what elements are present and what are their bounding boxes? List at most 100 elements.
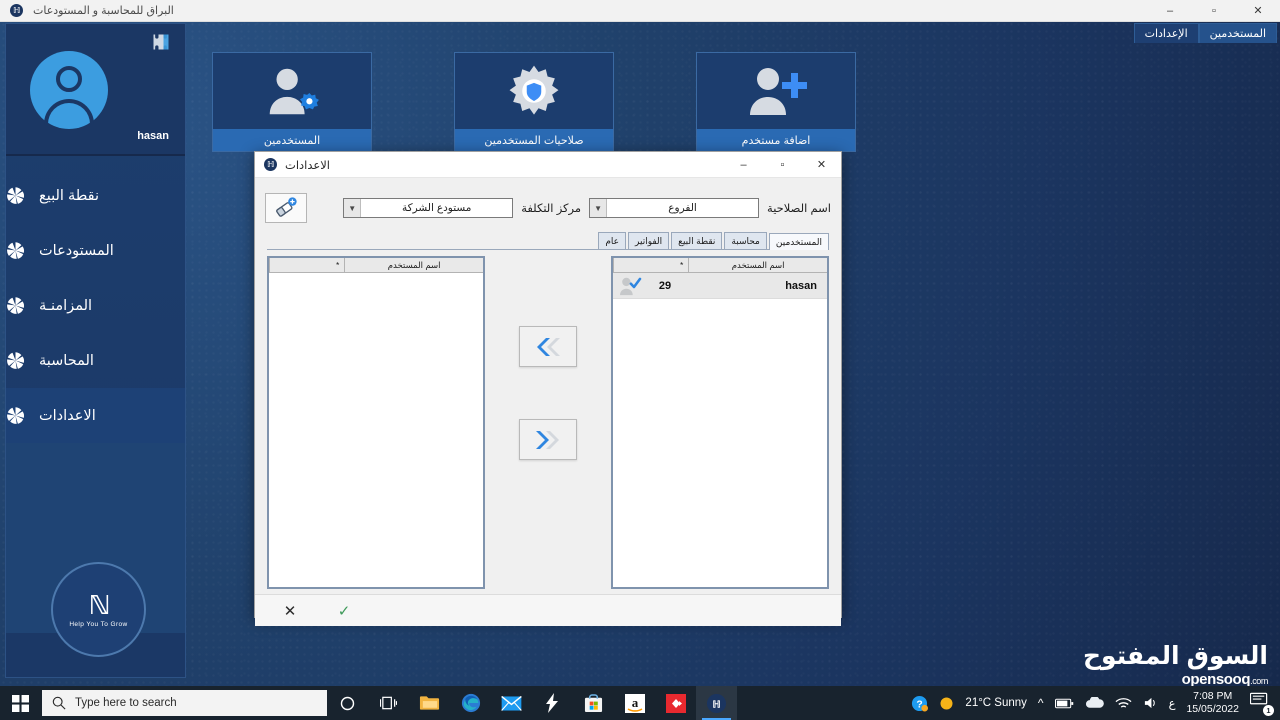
- sidebar-item-label: الاعدادات: [39, 407, 96, 424]
- amazon-icon[interactable]: a: [614, 686, 655, 720]
- sidebar-username: hasan: [137, 130, 169, 142]
- table-row[interactable]: hasan 29: [613, 273, 827, 299]
- wifi-icon[interactable]: [1115, 697, 1132, 710]
- pinwheel-icon: [7, 407, 25, 424]
- app-maximize-button[interactable]: ▫: [1192, 0, 1236, 22]
- dialog-tab-users[interactable]: المستخدمين: [768, 233, 829, 250]
- dialog-minimize-button[interactable]: –: [724, 152, 763, 178]
- dialog-tab-invoices[interactable]: الفواتير: [628, 232, 670, 249]
- cancel-button[interactable]: ✕: [277, 599, 303, 623]
- sidebar-item-accounting[interactable]: المحاسبة: [6, 333, 185, 388]
- chevron-up-icon[interactable]: ^: [1038, 696, 1044, 710]
- chevron-down-icon: ▼: [590, 199, 608, 217]
- card-user-permissions[interactable]: صلاحيات المستخدمين: [454, 52, 614, 152]
- search-input[interactable]: Type here to search: [42, 690, 327, 716]
- card-add-user[interactable]: اضافة مستخدم: [696, 52, 856, 152]
- user-gear-icon: [261, 53, 323, 129]
- dialog-tab-general[interactable]: عام: [598, 232, 627, 249]
- weather-text[interactable]: 21°C Sunny: [965, 697, 1027, 709]
- onedrive-cloud-icon[interactable]: [1085, 697, 1104, 709]
- sidebar-item-pos[interactable]: نقطة البيع: [6, 168, 185, 223]
- grid-header-star: *: [269, 258, 344, 272]
- grid-header-username: اسم المستخدم: [344, 258, 483, 272]
- tab-settings[interactable]: الإعدادات: [1133, 23, 1199, 43]
- card-users[interactable]: المستخدمين: [212, 52, 372, 152]
- main-tabs: المستخدمين الإعدادات: [189, 23, 1277, 43]
- brand-tagline: Help You To Grow: [69, 620, 128, 628]
- dialog-maximize-button[interactable]: ▫: [763, 152, 802, 178]
- user-avatar-icon: [30, 51, 108, 129]
- sidebar-item-warehouses[interactable]: المستودعات: [6, 223, 185, 278]
- edge-browser-icon[interactable]: [450, 686, 491, 720]
- eraser-add-button[interactable]: [265, 193, 307, 223]
- selected-users-grid[interactable]: اسم المستخدم *: [267, 256, 485, 589]
- grid-header: اسم المستخدم *: [613, 258, 827, 273]
- dialog-title: الاعدادات: [285, 159, 330, 172]
- dialog-tabs: المستخدمين محاسبة نقطة البيع الفواتير عا…: [267, 232, 829, 250]
- confirm-button[interactable]: ✓: [331, 599, 357, 623]
- move-right-button[interactable]: [519, 419, 577, 460]
- brand-logo: ℕ Help You To Grow: [51, 562, 146, 657]
- sunny-icon[interactable]: [939, 696, 954, 711]
- sidebar-item-settings[interactable]: الاعدادات: [6, 388, 185, 443]
- app-title: البراق للمحاسبة و المستودعات: [33, 5, 174, 17]
- help-circle-icon[interactable]: ?: [911, 695, 929, 712]
- dialog-footer: ✕ ✓: [255, 594, 841, 626]
- card-label: اضافة مستخدم: [697, 129, 855, 151]
- permission-name-label: اسم الصلاحية: [767, 203, 831, 215]
- tab-users[interactable]: المستخدمين: [1198, 23, 1277, 43]
- clock-date: 15/05/2022: [1186, 703, 1239, 715]
- sidebar-item-sync[interactable]: المزامنـة: [6, 278, 185, 333]
- avatar-body: [44, 99, 94, 125]
- grid-header-star: *: [613, 258, 688, 272]
- microsoft-store-icon[interactable]: [573, 686, 614, 720]
- battery-icon[interactable]: [1054, 698, 1074, 709]
- row-username: hasan: [785, 279, 817, 292]
- burraq-app-icon[interactable]: ℍ: [696, 686, 737, 720]
- mail-icon[interactable]: [491, 686, 532, 720]
- cost-center-label: مركز التكلفة: [521, 203, 582, 215]
- app-close-button[interactable]: ✕: [1236, 0, 1280, 22]
- task-view-icon[interactable]: [368, 686, 409, 720]
- pinwheel-icon: [7, 297, 25, 314]
- search-placeholder: Type here to search: [75, 697, 177, 709]
- taskbar: Type here to search a ℍ ? 21°C Sunny ^ ع…: [0, 686, 1280, 720]
- branch-dropdown[interactable]: الفروع ▼: [589, 198, 760, 218]
- pinwheel-icon: [7, 187, 25, 204]
- grid-rows: hasan 29: [613, 273, 827, 587]
- grid-header: اسم المستخدم *: [269, 258, 483, 273]
- windows-start-icon[interactable]: [0, 686, 40, 720]
- svg-text:a: a: [631, 695, 638, 710]
- warehouse-dropdown[interactable]: مستودع الشركة ▼: [343, 198, 514, 218]
- dialog-tab-accounting[interactable]: محاسبة: [724, 232, 767, 249]
- clock-time: 7:08 PM: [1193, 690, 1233, 702]
- row-id: 29: [658, 279, 672, 292]
- sidebar-item-label: المزامنـة: [39, 297, 93, 314]
- file-explorer-icon[interactable]: [409, 686, 450, 720]
- app-minimize-button[interactable]: –: [1148, 0, 1192, 22]
- lightning-icon[interactable]: [532, 686, 573, 720]
- user-checked-icon: [613, 276, 647, 296]
- available-users-grid[interactable]: اسم المستخدم * hasan 29: [611, 256, 829, 589]
- language-indicator[interactable]: ع: [1169, 696, 1176, 710]
- card-label: صلاحيات المستخدمين: [455, 129, 613, 151]
- dialog-tab-pos[interactable]: نقطة البيع: [671, 232, 723, 249]
- cortana-circle-icon[interactable]: [327, 686, 368, 720]
- volume-icon[interactable]: [1143, 696, 1158, 710]
- chevron-down-icon: ▼: [344, 199, 362, 217]
- eraser-add-icon: [276, 197, 297, 217]
- red-diamond-icon[interactable]: [655, 686, 696, 720]
- notification-count: 1: [1263, 705, 1274, 716]
- avatar-head: [56, 66, 82, 92]
- clock[interactable]: 7:08 PM 15/05/2022: [1186, 690, 1239, 716]
- system-tray: ? 21°C Sunny ^ ع 7:08 PM 15/05/2022 1: [911, 686, 1280, 720]
- puzzle-piece-icon[interactable]: [151, 32, 171, 52]
- app-titlebar: البراق للمحاسبة و المستودعات – ▫ ✕: [0, 0, 1280, 22]
- notification-icon[interactable]: 1: [1249, 692, 1274, 716]
- action-cards: اضافة مستخدم صلاحيات المستخدمين المستخدم…: [196, 52, 856, 152]
- move-left-button[interactable]: [519, 326, 577, 367]
- screen: البراق للمحاسبة و المستودعات – ▫ ✕ hasan…: [0, 0, 1280, 720]
- dialog-close-button[interactable]: ✕: [802, 152, 841, 178]
- dialog-body: اسم الصلاحية الفروع ▼ مركز التكلفة مستود…: [255, 178, 841, 594]
- svg-text:ℍ: ℍ: [712, 699, 720, 710]
